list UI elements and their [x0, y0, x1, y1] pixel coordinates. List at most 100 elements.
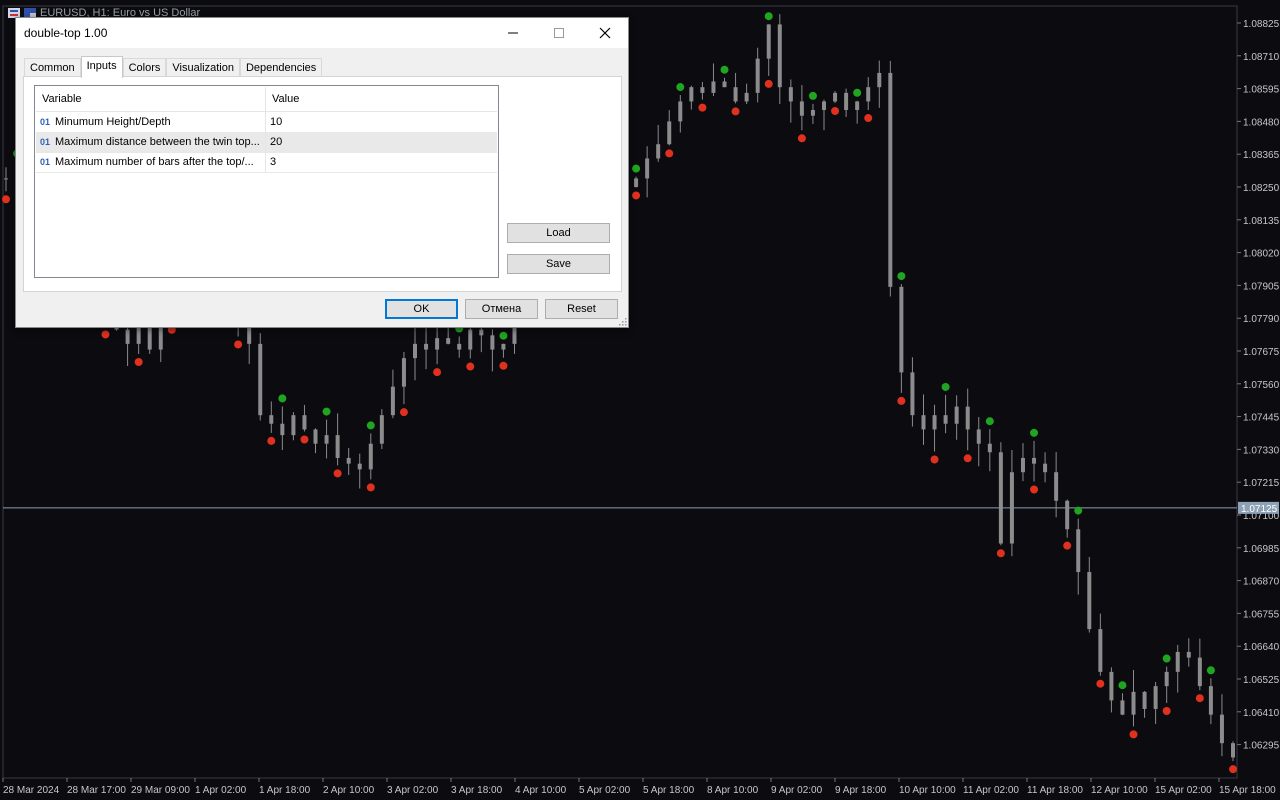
candle-body — [302, 415, 307, 430]
maximize-icon[interactable] — [536, 18, 582, 48]
dialog-title-bar[interactable]: double-top 1.00 — [16, 18, 628, 48]
table-row[interactable]: 01 Maximum distance between the twin top.… — [36, 132, 497, 153]
variable-value[interactable]: 10 — [266, 112, 282, 132]
candle-body — [777, 24, 782, 88]
candle-body — [1231, 743, 1235, 758]
candle-body — [810, 109, 815, 116]
candle-body — [689, 87, 694, 102]
time-label: 3 Apr 02:00 — [387, 785, 439, 796]
table-row[interactable]: 01 Minumum Height/Depth 10 — [36, 112, 497, 133]
candle-body — [335, 435, 340, 458]
variable-name: Minumum Height/Depth — [55, 116, 171, 128]
candle-body — [390, 386, 395, 416]
time-label: 12 Apr 10:00 — [1091, 785, 1148, 796]
price-label: 1.07905 — [1243, 281, 1280, 292]
close-icon[interactable] — [582, 18, 628, 48]
time-label: 9 Apr 18:00 — [835, 785, 887, 796]
candle-body — [678, 101, 683, 122]
double-bottom-marker — [101, 330, 110, 339]
integer-type-icon: 01 — [40, 117, 51, 127]
double-bottom-marker — [134, 358, 143, 367]
candle-body — [954, 406, 959, 424]
reset-button[interactable]: Reset — [545, 299, 618, 319]
candle-body — [667, 121, 672, 145]
candle-body — [280, 423, 285, 436]
cancel-button[interactable]: Отмена — [465, 299, 538, 319]
double-bottom-marker — [764, 79, 773, 88]
candle-body — [1186, 651, 1191, 658]
tab-common[interactable]: Common — [24, 58, 81, 77]
current-price-label: 1.07125 — [1241, 504, 1278, 515]
candle-body — [435, 338, 440, 350]
candle-body — [1020, 457, 1025, 473]
candle-body — [965, 406, 970, 430]
double-bottom-marker — [665, 149, 674, 158]
candle-body — [413, 343, 417, 359]
double-top-marker — [322, 407, 331, 416]
table-row[interactable]: 01 Maximum number of bars after the top/.… — [36, 152, 497, 173]
save-button[interactable]: Save — [507, 254, 610, 274]
time-label: 8 Apr 10:00 — [707, 785, 759, 796]
double-bottom-marker — [698, 103, 707, 112]
double-bottom-marker — [333, 469, 342, 478]
column-header-value[interactable]: Value — [266, 87, 299, 111]
candle-body — [313, 429, 318, 444]
double-bottom-marker — [731, 107, 740, 116]
tab-colors[interactable]: Colors — [122, 58, 167, 77]
candle-body — [943, 415, 948, 424]
time-label: 10 Apr 10:00 — [899, 785, 956, 796]
price-label: 1.08595 — [1243, 85, 1280, 96]
double-bottom-marker — [399, 408, 408, 417]
double-bottom-marker — [831, 106, 840, 115]
candle-body — [1087, 572, 1092, 630]
ok-button[interactable]: OK — [385, 299, 458, 319]
price-label: 1.07560 — [1243, 380, 1280, 391]
double-bottom-marker — [433, 368, 442, 377]
minimize-icon[interactable] — [490, 18, 536, 48]
price-label: 1.06525 — [1243, 675, 1280, 686]
load-button[interactable]: Load — [507, 223, 610, 243]
tab-visualization[interactable]: Visualization — [166, 58, 240, 77]
double-bottom-marker — [930, 455, 939, 464]
candle-body — [1197, 657, 1202, 687]
candle-body — [479, 329, 484, 336]
variable-value[interactable]: 3 — [266, 152, 276, 172]
candle-body — [1065, 500, 1070, 530]
candle-body — [645, 158, 650, 179]
candle-body — [1164, 671, 1169, 687]
candle-body — [733, 87, 738, 102]
candle-body — [1120, 700, 1125, 715]
time-label: 1 Apr 02:00 — [195, 785, 247, 796]
double-bottom-marker — [2, 195, 10, 204]
price-label: 1.07445 — [1243, 413, 1280, 424]
double-top-marker — [985, 417, 994, 426]
candle-body — [888, 72, 893, 287]
price-label: 1.06640 — [1243, 642, 1280, 653]
double-top-marker — [720, 65, 729, 74]
time-label: 4 Apr 10:00 — [515, 785, 567, 796]
price-label: 1.06985 — [1243, 544, 1280, 555]
time-label: 5 Apr 18:00 — [643, 785, 695, 796]
price-label: 1.08020 — [1243, 249, 1280, 260]
candle-body — [1098, 629, 1103, 672]
tab-dependencies[interactable]: Dependencies — [239, 58, 323, 77]
candle-body — [368, 443, 373, 470]
double-bottom-marker — [963, 454, 972, 463]
variable-value[interactable]: 20 — [266, 132, 282, 152]
double-bottom-marker — [466, 362, 475, 371]
time-label: 5 Apr 02:00 — [579, 785, 631, 796]
candle-body — [490, 335, 495, 350]
candle-body — [1076, 529, 1081, 573]
double-bottom-marker — [632, 191, 641, 200]
candle-body — [379, 415, 384, 444]
resize-grip-icon[interactable] — [619, 318, 627, 326]
candle-body — [1208, 686, 1213, 715]
candle-body — [700, 87, 705, 93]
time-label: 9 Apr 02:00 — [771, 785, 823, 796]
column-header-variable[interactable]: Variable — [36, 87, 266, 111]
time-label: 2 Apr 10:00 — [323, 785, 375, 796]
candle-body — [468, 329, 473, 350]
price-label: 1.06755 — [1243, 609, 1280, 620]
candle-body — [910, 372, 915, 416]
tab-inputs[interactable]: Inputs — [80, 56, 123, 78]
